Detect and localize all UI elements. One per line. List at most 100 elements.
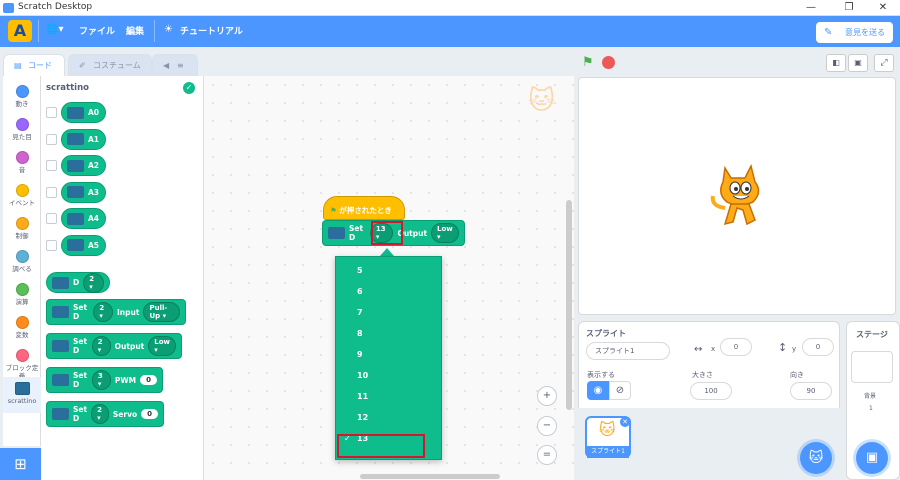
dropdown-option[interactable]: 9 bbox=[336, 344, 428, 365]
mode-dropdown[interactable]: Pull-Up ▾ bbox=[143, 302, 180, 322]
stage-thumbnail[interactable] bbox=[851, 351, 893, 383]
stage-header: ステージ bbox=[856, 330, 888, 339]
category-0[interactable]: 動き bbox=[3, 80, 41, 116]
category-3[interactable]: イベント bbox=[3, 179, 41, 215]
set-pwm-block[interactable]: Set D3 ▾ PWM 0 bbox=[46, 367, 163, 393]
dropdown-option[interactable]: 10 bbox=[336, 365, 428, 386]
sprite-watermark-icon: 🐱 bbox=[528, 86, 556, 116]
window-title: Scratch Desktop bbox=[18, 2, 93, 12]
dropdown-option[interactable]: 8 bbox=[336, 323, 428, 344]
category-9[interactable]: scrattino bbox=[3, 377, 41, 413]
option-label: 5 bbox=[357, 266, 363, 275]
green-flag-button[interactable]: ⚑ bbox=[582, 55, 594, 70]
when-flag-clicked-block[interactable]: ⚑ が押されたとき bbox=[323, 196, 405, 220]
feedback-button[interactable]: ✎ 意見を送る bbox=[816, 22, 893, 43]
language-menu[interactable]: 🌐▾ bbox=[46, 24, 63, 35]
value-input[interactable]: 0 bbox=[141, 409, 158, 419]
category-8[interactable]: ブロック定義 bbox=[3, 344, 41, 380]
dropdown-option[interactable]: 7 bbox=[336, 302, 428, 323]
option-label: 7 bbox=[357, 308, 363, 317]
stop-button[interactable] bbox=[602, 56, 615, 69]
pin-dropdown[interactable]: 2 ▾ bbox=[91, 404, 109, 424]
close-window-button[interactable]: ✕ bbox=[866, 0, 900, 16]
reporter-checkbox[interactable] bbox=[46, 186, 57, 198]
analog-reporter-block[interactable]: A2 bbox=[61, 155, 106, 176]
x-field[interactable]: 0 bbox=[720, 338, 752, 356]
file-menu[interactable]: ファイル bbox=[79, 24, 115, 37]
pin-dropdown[interactable]: 2 ▾ bbox=[93, 302, 114, 322]
analog-reporter-block[interactable]: A5 bbox=[61, 234, 106, 256]
analog-reporter-block[interactable]: A1 bbox=[61, 128, 106, 150]
analog-reporter-block[interactable]: A3 bbox=[61, 181, 106, 203]
reporter-checkbox[interactable] bbox=[46, 239, 57, 251]
x-label: x bbox=[711, 345, 716, 353]
tab-costume[interactable]: ✐ コスチューム bbox=[68, 54, 152, 76]
value-dropdown[interactable]: Low ▾ bbox=[431, 223, 459, 243]
option-label: 9 bbox=[357, 350, 363, 359]
pin-dropdown[interactable]: 2 ▾ bbox=[83, 272, 104, 293]
reporter-label: A0 bbox=[88, 108, 100, 117]
reporter-checkbox[interactable] bbox=[46, 160, 57, 171]
dropdown-option[interactable]: 12 bbox=[336, 407, 428, 428]
fullscreen-button[interactable]: ⤢ bbox=[874, 54, 894, 72]
edit-menu[interactable]: 編集 bbox=[126, 24, 144, 37]
pin-dropdown[interactable]: 3 ▾ bbox=[91, 370, 111, 390]
set-servo-block[interactable]: Set D2 ▾ Servo 0 bbox=[46, 401, 164, 427]
set-input-block[interactable]: Set D 2 ▾ Input Pull-Up ▾ bbox=[46, 299, 186, 325]
value-input[interactable]: 0 bbox=[140, 375, 157, 385]
add-sprite-button[interactable]: 🐱 bbox=[800, 442, 832, 474]
workspace-vscrollbar[interactable] bbox=[566, 200, 572, 410]
reporter-label: A5 bbox=[88, 240, 100, 250]
maximize-button[interactable]: ❐ bbox=[832, 0, 866, 16]
small-stage-button[interactable]: ◧ bbox=[826, 54, 846, 72]
option-label: 12 bbox=[357, 413, 369, 422]
pin-dropdown[interactable]: 2 ▾ bbox=[91, 336, 111, 356]
direction-field[interactable]: 90 bbox=[790, 382, 832, 400]
category-dot-icon bbox=[15, 151, 29, 164]
dropdown-option[interactable]: 11 bbox=[336, 386, 428, 407]
sprite-thumbnail[interactable]: 🐱 スプライト1 ✕ bbox=[585, 416, 631, 458]
scratch-logo[interactable]: A bbox=[8, 20, 32, 42]
dropdown-option[interactable]: 5 bbox=[336, 260, 428, 281]
y-field[interactable]: 0 bbox=[802, 338, 834, 356]
category-2[interactable]: 音 bbox=[3, 146, 41, 182]
show-visible-button[interactable]: ◉ bbox=[587, 381, 609, 400]
minimize-button[interactable]: — bbox=[794, 0, 828, 16]
add-extension-button[interactable]: ⊞ bbox=[0, 448, 41, 480]
mode-dropdown[interactable]: Low ▾ bbox=[148, 336, 176, 356]
zoom-in-button[interactable]: + bbox=[537, 386, 557, 406]
category-6[interactable]: 演算 bbox=[3, 278, 41, 314]
tab-sound[interactable]: ◀ ≡ bbox=[152, 54, 198, 76]
analog-reporter-block[interactable]: A4 bbox=[61, 208, 106, 229]
stage[interactable] bbox=[578, 77, 896, 315]
set-label: Set D bbox=[73, 303, 88, 321]
reporter-checkbox[interactable] bbox=[46, 213, 57, 224]
arduino-icon bbox=[67, 159, 84, 172]
category-7[interactable]: 変数 bbox=[3, 311, 41, 347]
digital-reporter-block[interactable]: D2 ▾ bbox=[46, 272, 110, 293]
category-5[interactable]: 調べる bbox=[3, 245, 41, 281]
tutorial-menu[interactable]: チュートリアル bbox=[180, 24, 243, 37]
sprite-name-field[interactable]: スプライト1 bbox=[586, 342, 670, 360]
reporter-checkbox[interactable] bbox=[46, 107, 57, 118]
tab-code[interactable]: ▤ コード bbox=[3, 54, 65, 76]
category-label: 見た目 bbox=[12, 133, 32, 141]
arduino-icon bbox=[52, 276, 69, 289]
zoom-reset-button[interactable]: = bbox=[537, 445, 557, 465]
analog-reporter-block[interactable]: A0 bbox=[61, 102, 106, 123]
option-label: 8 bbox=[357, 329, 363, 338]
large-stage-button[interactable]: ▣ bbox=[848, 54, 868, 72]
category-4[interactable]: 制御 bbox=[3, 212, 41, 248]
add-backdrop-button[interactable]: ▣ bbox=[856, 442, 888, 474]
size-field[interactable]: 100 bbox=[690, 382, 732, 400]
workspace-hscrollbar[interactable] bbox=[360, 474, 500, 479]
reporter-checkbox[interactable] bbox=[46, 133, 57, 145]
delete-sprite-icon[interactable]: ✕ bbox=[620, 417, 630, 427]
category-1[interactable]: 見た目 bbox=[3, 113, 41, 149]
set-output-palette-block[interactable]: Set D2 ▾ Output Low ▾ bbox=[46, 333, 182, 359]
arduino-icon bbox=[52, 306, 69, 318]
dropdown-option[interactable]: 6 bbox=[336, 281, 428, 302]
zoom-out-button[interactable]: − bbox=[537, 416, 557, 436]
hide-visible-button[interactable]: ⊘ bbox=[609, 381, 631, 400]
scratch-cat-sprite[interactable] bbox=[703, 158, 775, 230]
